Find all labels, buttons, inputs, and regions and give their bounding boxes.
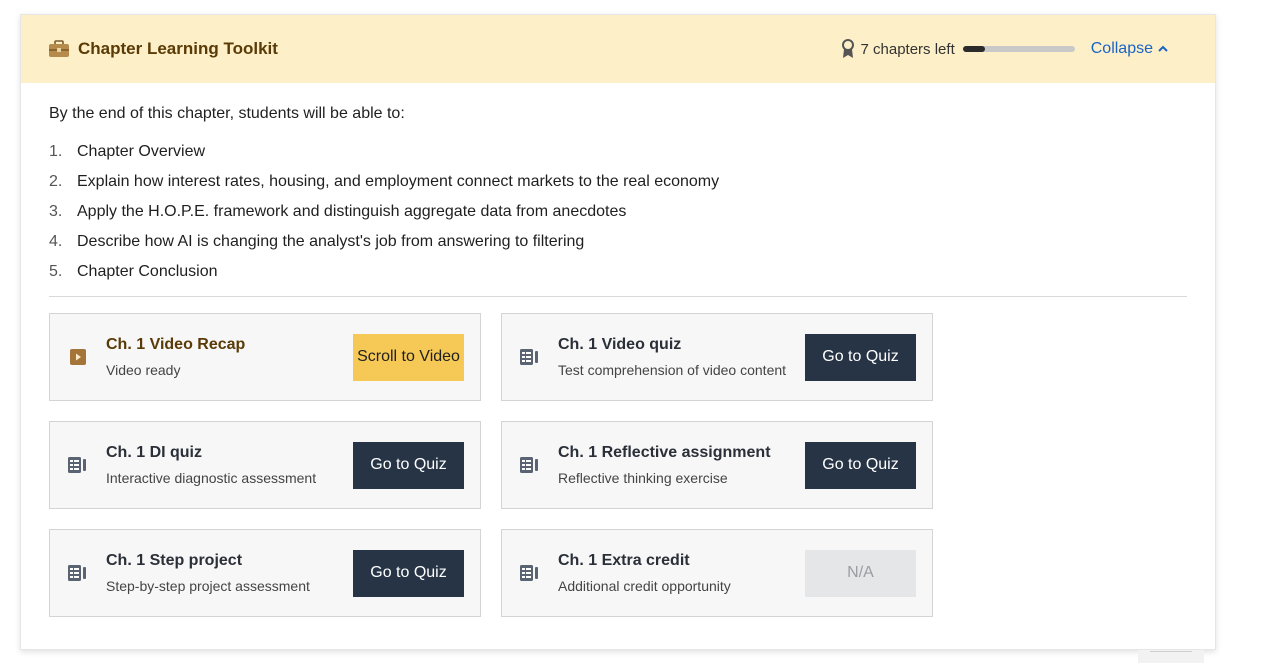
learning-toolkit-panel: Chapter Learning Toolkit 7 chapters left… [20, 14, 1216, 650]
card-subtitle: Reflective thinking exercise [558, 470, 728, 486]
card-subtitle: Additional credit opportunity [558, 578, 731, 594]
section-divider [49, 296, 1187, 297]
objective-item: 2. Explain how interest rates, housing, a… [49, 167, 1187, 197]
chevron-up-icon [1157, 43, 1169, 55]
card-title: Ch. 1 Reflective assignment [558, 444, 771, 461]
activity-cards-grid: Ch. 1 Video Recap Video ready Scroll to … [49, 313, 1187, 617]
card-title: Ch. 1 Video quiz [558, 336, 682, 353]
toolkit-title: Chapter Learning Toolkit [78, 39, 278, 58]
card-subtitle: Interactive diagnostic assessment [106, 470, 317, 486]
go-to-quiz-button[interactable]: Go to Quiz [353, 441, 464, 489]
objective-text: Chapter Overview [77, 143, 206, 160]
card-subtitle: Step-by-step project assessment [106, 578, 310, 594]
card-title: Ch. 1 Extra credit [558, 552, 690, 569]
quiz-icon [518, 455, 540, 475]
card-video-recap: Ch. 1 Video Recap Video ready Scroll to … [49, 313, 481, 401]
quiz-icon [66, 455, 88, 475]
toolkit-header: Chapter Learning Toolkit 7 chapters left… [21, 15, 1215, 83]
card-step-project: Ch. 1 Step project Step-by-step project … [49, 529, 481, 617]
objective-text: Chapter Conclusion [77, 263, 218, 280]
card-reflective-assignment: Ch. 1 Reflective assignment Reflective t… [501, 421, 933, 509]
card-title: Ch. 1 Step project [106, 552, 243, 569]
objective-number: 1. [49, 143, 63, 160]
toolbox-icon [48, 40, 70, 58]
objectives-list: 1. Chapter Overview 2. Explain how interes… [49, 137, 1187, 287]
quiz-icon [66, 563, 88, 583]
objective-text: Explain how interest rates, housing, and… [77, 173, 720, 190]
play-icon [66, 347, 88, 367]
objective-item: 4. Describe how AI is changing the analys… [49, 227, 1187, 257]
award-ribbon-icon [841, 39, 855, 59]
card-title: Ch. 1 DI quiz [106, 444, 202, 461]
card-video-quiz: Ch. 1 Video quiz Test comprehension of v… [501, 313, 933, 401]
card-subtitle: Test comprehension of video content [558, 362, 787, 378]
scroll-to-video-button[interactable]: Scroll to Video [353, 333, 464, 381]
card-extra-credit: Ch. 1 Extra credit Additional credit opp… [501, 529, 933, 617]
card-title: Ch. 1 Video Recap [106, 336, 246, 353]
objective-number: 3. [49, 203, 63, 220]
progress-fill [962, 46, 986, 52]
objective-item: 3. Apply the H.O.P.E. framework and disti… [49, 197, 1187, 227]
partial-background-element [1138, 650, 1204, 663]
objective-item: 5. Chapter Conclusion [49, 257, 1187, 287]
objective-text: Describe how AI is changing the analyst'… [77, 233, 585, 250]
quiz-icon [518, 347, 540, 367]
go-to-quiz-button[interactable]: Go to Quiz [353, 549, 464, 597]
objectives-intro: By the end of this chapter, students wil… [49, 105, 405, 122]
header-progress-area: 7 chapters left Collapse [841, 15, 1169, 83]
card-di-quiz: Ch. 1 DI quiz Interactive diagnostic ass… [49, 421, 481, 509]
card-subtitle: Video ready [106, 362, 181, 378]
not-available-button: N/A [805, 549, 916, 597]
objective-number: 2. [49, 173, 63, 190]
chapters-left-text: 7 chapters left [860, 40, 955, 58]
objective-number: 5. [49, 263, 63, 280]
objective-item: 1. Chapter Overview [49, 137, 1187, 167]
objective-number: 4. [49, 233, 63, 250]
go-to-quiz-button[interactable]: Go to Quiz [805, 441, 916, 489]
go-to-quiz-button[interactable]: Go to Quiz [805, 333, 916, 381]
quiz-icon [518, 563, 540, 583]
objective-text: Apply the H.O.P.E. framework and disting… [77, 203, 627, 220]
collapse-label: Collapse [1090, 40, 1153, 57]
toolkit-body: By the end of this chapter, students wil… [21, 83, 1215, 617]
chapters-progress-bar [962, 46, 1075, 52]
collapse-button[interactable]: Collapse [1091, 40, 1169, 58]
